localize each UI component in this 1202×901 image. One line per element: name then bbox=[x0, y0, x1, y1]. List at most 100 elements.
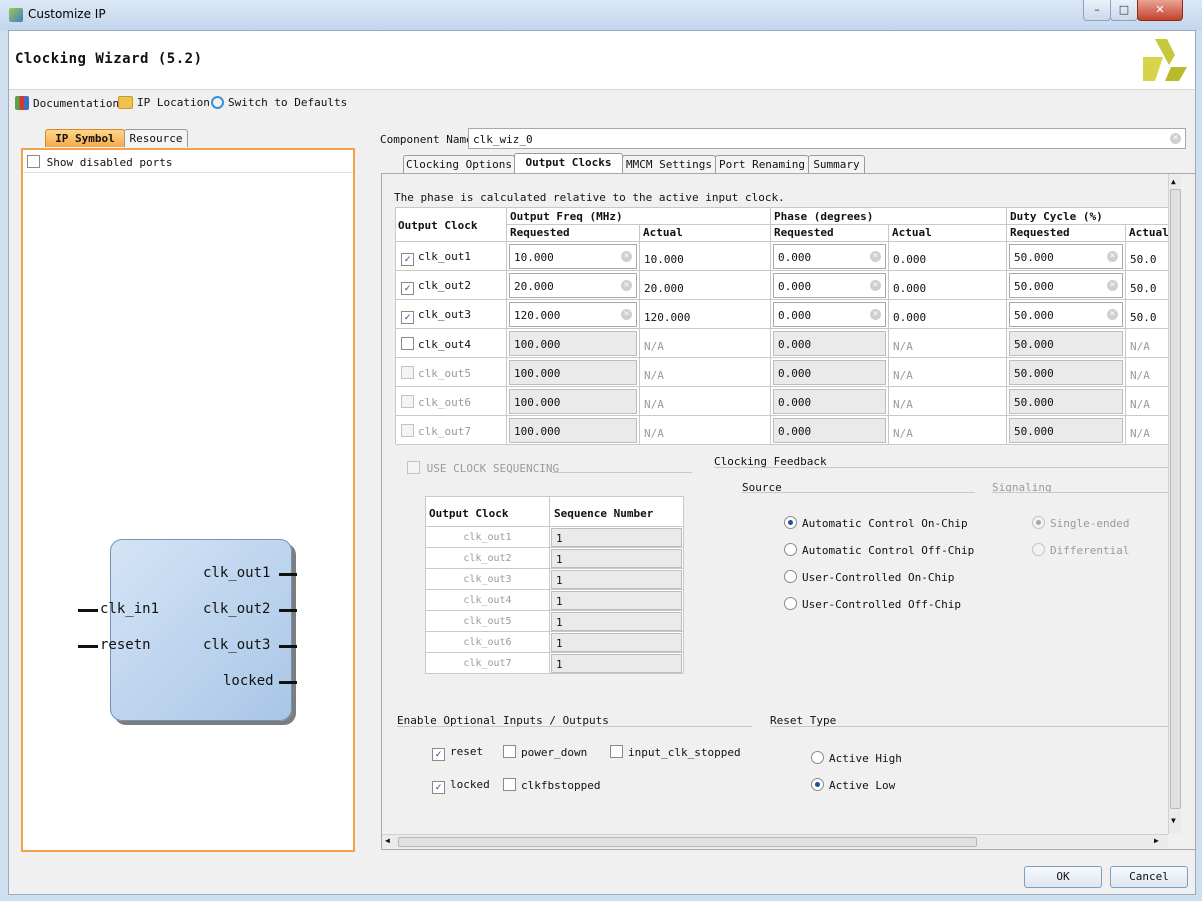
table-row-output-clock[interactable]: clk_out4 bbox=[396, 329, 507, 358]
freq-req-input[interactable]: 20.000 ✕ bbox=[509, 273, 637, 298]
optional-checkbox[interactable] bbox=[610, 745, 623, 758]
feedback-source-option[interactable]: Automatic Control On-Chip bbox=[784, 516, 968, 530]
optional-clkfbstopped[interactable]: clkfbstopped bbox=[503, 778, 600, 792]
freq-req-input[interactable]: 120.000 ✕ bbox=[509, 302, 637, 327]
clock-sequencing-toggle[interactable]: USE CLOCK SEQUENCING bbox=[407, 461, 559, 475]
clear-icon[interactable]: ✕ bbox=[621, 280, 632, 291]
optional-locked[interactable]: ✓ locked bbox=[432, 778, 490, 794]
tab-ip-symbol[interactable]: IP Symbol bbox=[45, 129, 125, 147]
horizontal-scrollbar[interactable]: ◀ ▶ bbox=[382, 834, 1168, 848]
optional-checkbox[interactable] bbox=[503, 778, 516, 791]
reset-type-radio[interactable] bbox=[811, 778, 824, 791]
clear-icon[interactable]: ✕ bbox=[870, 309, 881, 320]
freq-req-input[interactable]: 100.000 bbox=[509, 360, 637, 385]
feedback-source-radio[interactable] bbox=[784, 597, 797, 610]
table-row-output-clock[interactable]: clk_out6 bbox=[396, 387, 507, 416]
phase-req-input[interactable]: 0.000 bbox=[773, 360, 886, 385]
seq-number-input[interactable]: 1 bbox=[551, 633, 682, 652]
show-disabled-ports[interactable]: Show disabled ports bbox=[27, 155, 172, 169]
feedback-source-radio[interactable] bbox=[784, 543, 797, 556]
feedback-source-radio[interactable] bbox=[784, 516, 797, 529]
phase-req-input[interactable]: 0.000 bbox=[773, 418, 886, 443]
clear-icon[interactable]: ✕ bbox=[621, 251, 632, 262]
seq-number-input[interactable]: 1 bbox=[551, 528, 682, 547]
horizontal-scroll-thumb[interactable] bbox=[398, 837, 977, 847]
clock-sequencing-checkbox[interactable] bbox=[407, 461, 420, 474]
clock-enable-checkbox[interactable] bbox=[401, 424, 414, 437]
optional-checkbox[interactable]: ✓ bbox=[432, 781, 445, 794]
clear-icon[interactable]: ✕ bbox=[1170, 133, 1181, 144]
seq-number-input[interactable]: 1 bbox=[551, 654, 682, 673]
feedback-source-radio[interactable] bbox=[784, 570, 797, 583]
seq-number-input[interactable]: 1 bbox=[551, 591, 682, 610]
clear-icon[interactable]: ✕ bbox=[621, 309, 632, 320]
clock-enable-checkbox[interactable]: ✓ bbox=[401, 253, 414, 266]
signaling-radio[interactable] bbox=[1032, 543, 1045, 556]
table-row-output-clock[interactable]: clk_out7 bbox=[396, 416, 507, 445]
optional-checkbox[interactable] bbox=[503, 745, 516, 758]
clock-enable-checkbox[interactable]: ✓ bbox=[401, 311, 414, 324]
clear-icon[interactable]: ✕ bbox=[1107, 309, 1118, 320]
table-row-output-clock[interactable]: clk_out5 bbox=[396, 358, 507, 387]
close-button[interactable]: ✕ bbox=[1137, 0, 1183, 21]
tab-resource[interactable]: Resource bbox=[124, 129, 188, 147]
feedback-source-option[interactable]: User-Controlled Off-Chip bbox=[784, 597, 961, 611]
seq-number-input[interactable]: 1 bbox=[551, 570, 682, 589]
feedback-source-option[interactable]: Automatic Control Off-Chip bbox=[784, 543, 974, 557]
clock-enable-checkbox[interactable]: ✓ bbox=[401, 282, 414, 295]
duty-req-input[interactable]: 50.000 bbox=[1009, 389, 1123, 414]
cancel-button[interactable]: Cancel bbox=[1110, 866, 1188, 888]
optional-checkbox[interactable]: ✓ bbox=[432, 748, 445, 761]
vertical-scroll-thumb[interactable] bbox=[1170, 189, 1181, 809]
signaling-option[interactable]: Single-ended bbox=[1032, 516, 1129, 530]
minimize-button[interactable]: – bbox=[1083, 0, 1111, 21]
scroll-right-icon[interactable]: ▶ bbox=[1154, 836, 1159, 845]
optional-input-clk-stopped[interactable]: input_clk_stopped bbox=[610, 745, 741, 759]
table-row-output-clock[interactable]: ✓ clk_out3 bbox=[396, 300, 507, 329]
seq-number-input[interactable]: 1 bbox=[551, 612, 682, 631]
phase-req-input[interactable]: 0.000 ✕ bbox=[773, 273, 886, 298]
tab-clocking-options[interactable]: Clocking Options bbox=[403, 155, 515, 173]
reset-type-option[interactable]: Active High bbox=[811, 751, 902, 765]
freq-req-input[interactable]: 100.000 bbox=[509, 418, 637, 443]
scroll-up-icon[interactable]: ▲ bbox=[1171, 177, 1176, 186]
phase-req-input[interactable]: 0.000 bbox=[773, 331, 886, 356]
phase-req-input[interactable]: 0.000 bbox=[773, 389, 886, 414]
maximize-button[interactable]: □ bbox=[1110, 0, 1138, 21]
reset-type-option[interactable]: Active Low bbox=[811, 778, 895, 792]
tab-port-renaming[interactable]: Port Renaming bbox=[715, 155, 809, 173]
tab-output-clocks[interactable]: Output Clocks bbox=[514, 153, 623, 174]
clear-icon[interactable]: ✕ bbox=[1107, 280, 1118, 291]
duty-req-input[interactable]: 50.000 bbox=[1009, 418, 1123, 443]
optional-reset[interactable]: ✓ reset bbox=[432, 745, 483, 761]
duty-req-input[interactable]: 50.000 bbox=[1009, 331, 1123, 356]
duty-req-input[interactable]: 50.000 bbox=[1009, 360, 1123, 385]
optional-power-down[interactable]: power_down bbox=[503, 745, 587, 759]
table-row-output-clock[interactable]: ✓ clk_out2 bbox=[396, 271, 507, 300]
documentation-link[interactable]: Documentation bbox=[15, 96, 119, 110]
phase-req-input[interactable]: 0.000 ✕ bbox=[773, 244, 886, 269]
freq-req-input[interactable]: 100.000 bbox=[509, 331, 637, 356]
clear-icon[interactable]: ✕ bbox=[870, 251, 881, 262]
signaling-radio[interactable] bbox=[1032, 516, 1045, 529]
reset-type-radio[interactable] bbox=[811, 751, 824, 764]
freq-req-input[interactable]: 100.000 bbox=[509, 389, 637, 414]
duty-req-input[interactable]: 50.000 ✕ bbox=[1009, 273, 1123, 298]
signaling-option[interactable]: Differential bbox=[1032, 543, 1129, 557]
duty-req-input[interactable]: 50.000 ✕ bbox=[1009, 302, 1123, 327]
ip-location-link[interactable]: IP Location bbox=[118, 96, 210, 109]
clock-enable-checkbox[interactable] bbox=[401, 366, 414, 379]
show-disabled-checkbox[interactable] bbox=[27, 155, 40, 168]
clear-icon[interactable]: ✕ bbox=[870, 280, 881, 291]
clock-enable-checkbox[interactable] bbox=[401, 395, 414, 408]
clear-icon[interactable]: ✕ bbox=[1107, 251, 1118, 262]
ok-button[interactable]: OK bbox=[1024, 866, 1102, 888]
table-row-output-clock[interactable]: ✓ clk_out1 bbox=[396, 242, 507, 271]
scroll-down-icon[interactable]: ▼ bbox=[1171, 816, 1176, 825]
tab-summary[interactable]: Summary bbox=[808, 155, 865, 173]
clock-enable-checkbox[interactable] bbox=[401, 337, 414, 350]
tab-mmcm-settings[interactable]: MMCM Settings bbox=[622, 155, 716, 173]
freq-req-input[interactable]: 10.000 ✕ bbox=[509, 244, 637, 269]
scroll-left-icon[interactable]: ◀ bbox=[385, 836, 390, 845]
duty-req-input[interactable]: 50.000 ✕ bbox=[1009, 244, 1123, 269]
